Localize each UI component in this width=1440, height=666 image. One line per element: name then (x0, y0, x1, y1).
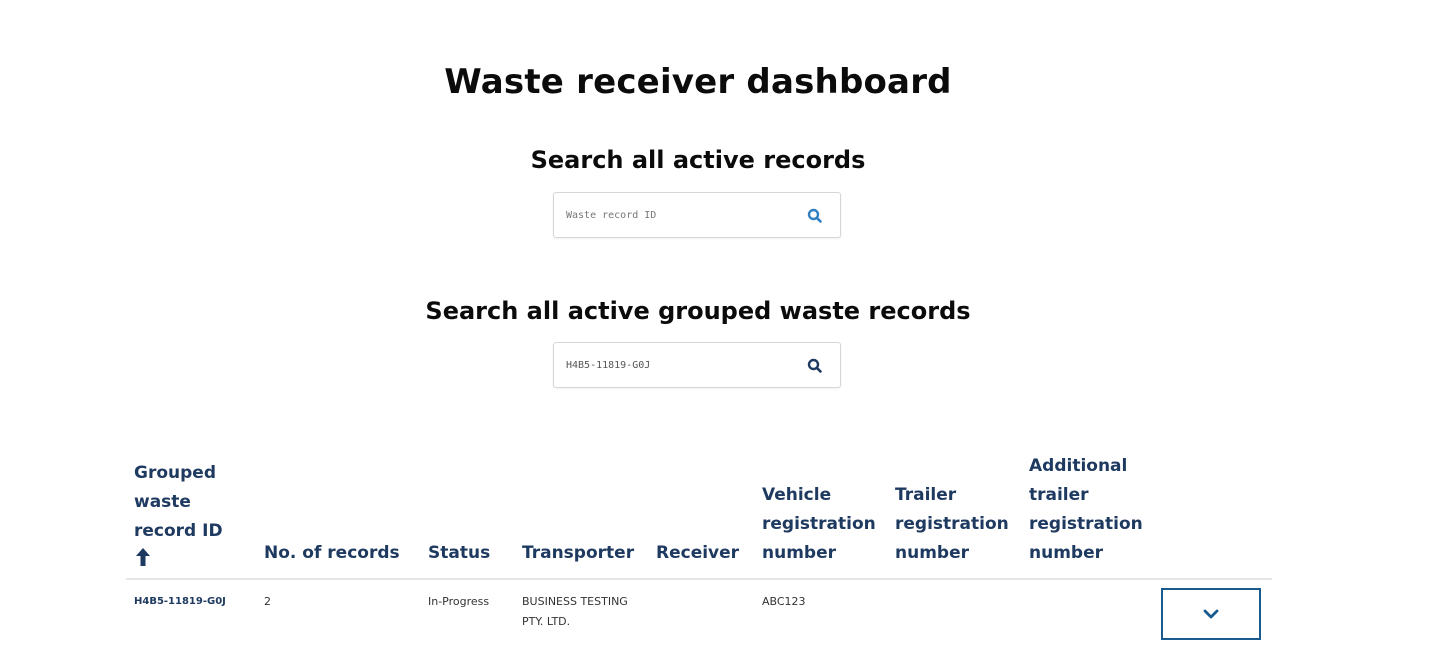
column-header-additional-trailer-reg[interactable]: Additional trailer registration number (1029, 452, 1154, 568)
column-header-num-records[interactable]: No. of records (264, 539, 414, 568)
search-records-box (553, 192, 841, 238)
cell-transporter: BUSINESS TESTING PTY. LTD. (522, 595, 628, 628)
page-title: Waste receiver dashboard (444, 62, 952, 102)
chevron-down-icon (1203, 609, 1219, 619)
search-icon (807, 358, 822, 373)
column-header-trailer-reg[interactable]: Trailer registration number (895, 481, 1020, 568)
waste-record-id-input[interactable] (566, 205, 786, 225)
search-records-title: Search all active records (530, 146, 866, 174)
column-header-transporter[interactable]: Transporter (522, 539, 652, 568)
cell-status: In-Progress (428, 595, 490, 608)
column-header-status[interactable]: Status (428, 539, 508, 568)
column-header-receiver[interactable]: Receiver (656, 539, 756, 568)
column-header-label: Grouped waste record ID (134, 463, 223, 541)
search-grouped-button[interactable] (804, 355, 826, 377)
table-row: H4B5-11819-G0J 2 In-Progress BUSINESS TE… (126, 580, 1272, 666)
search-grouped-title: Search all active grouped waste records (425, 297, 971, 325)
search-grouped-box (553, 342, 841, 388)
arrow-up-icon (136, 548, 150, 566)
cell-num-records: 2 (264, 595, 271, 608)
cell-vehicle-reg: ABC123 (762, 595, 806, 608)
column-header-grouped-id[interactable]: Grouped waste record ID (134, 459, 234, 568)
grouped-waste-record-input[interactable] (566, 355, 786, 375)
expand-row-button[interactable] (1161, 588, 1261, 640)
cell-grouped-id: H4B5-11819-G0J (134, 596, 226, 607)
search-records-button[interactable] (804, 205, 826, 227)
table-header: Grouped waste record ID No. of records S… (126, 452, 1272, 580)
search-icon (807, 208, 822, 223)
column-header-vehicle-reg[interactable]: Vehicle registration number (762, 481, 887, 568)
